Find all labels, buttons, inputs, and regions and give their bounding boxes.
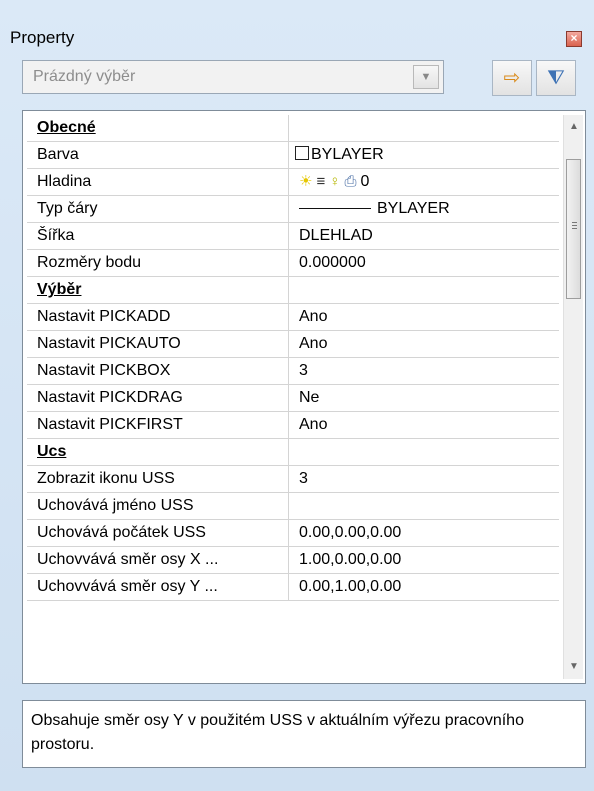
property-value-text: BYLAYER [311,146,384,163]
filter-button[interactable]: ⧨ [536,60,576,96]
selection-combo[interactable]: Prázdný výběr ▼ [22,60,444,94]
property-name: Barva [27,142,289,168]
category-label: Obecné [27,115,289,141]
property-name: Nastavit PICKFIRST [27,412,289,438]
property-name: Rozměry bodu [27,250,289,276]
property-row[interactable]: Uchovává jméno USS [27,493,559,520]
property-name: Nastavit PICKDRAG [27,385,289,411]
property-name: Uchovvává směr osy X ... [27,547,289,573]
scroll-down-icon[interactable]: ▼ [564,657,584,677]
description-pane: Obsahuje směr osy Y v použitém USS v akt… [22,700,586,768]
property-row[interactable]: Nastavit PICKADD Ano [27,304,559,331]
property-value[interactable]: 3 [289,358,559,384]
property-row[interactable]: Rozměry bodu 0.000000 [27,250,559,277]
property-name: Nastavit PICKAUTO [27,331,289,357]
property-value-text: 0 [360,173,370,190]
category-row[interactable]: Výběr [27,277,559,304]
property-value[interactable]: DLEHLAD [289,223,559,249]
property-value[interactable]: 3 [289,466,559,492]
select-objects-icon: ⇨ [503,67,521,89]
property-value-text: Ne [299,389,320,406]
property-value[interactable] [289,493,559,519]
property-value[interactable]: Ano [289,412,559,438]
property-value-text: Ano [299,416,328,433]
property-name: Uchovvává směr osy Y ... [27,574,289,600]
property-value-text: 0.00,0.00,0.00 [299,524,402,541]
property-row[interactable]: Zobrazit ikonu USS 3 [27,466,559,493]
close-button[interactable]: × [566,31,582,47]
property-value-text: DLEHLAD [299,227,373,244]
property-value[interactable]: Ano [289,331,559,357]
property-value[interactable]: BYLAYER [289,196,559,222]
quick-select-button[interactable]: ⇨ [492,60,532,96]
property-row[interactable]: Hladina ☀ ≡ ♀ ⎙ 0 [27,169,559,196]
property-grid: Obecné Barva BYLAYER Hladina ☀ ≡ ♀ ⎙ 0 Typ čáry BY… [22,110,586,684]
property-value[interactable]: 1.00,0.00,0.00 [289,547,559,573]
layer-on-icon: ☀ [299,173,313,190]
property-row[interactable]: Nastavit PICKDRAG Ne [27,385,559,412]
property-value-text: 3 [299,362,308,379]
scrollbar-thumb[interactable] [566,159,581,299]
property-value-text: Ano [299,335,328,352]
category-label: Výběr [27,277,289,303]
property-value[interactable]: Ano [289,304,559,330]
layer-freeze-icon: ♀ [329,173,341,190]
property-row[interactable]: Nastavit PICKAUTO Ano [27,331,559,358]
property-name: Nastavit PICKBOX [27,358,289,384]
category-label: Ucs [27,439,289,465]
property-name: Šířka [27,223,289,249]
property-row[interactable]: Šířka DLEHLAD [27,223,559,250]
property-row[interactable]: Nastavit PICKFIRST Ano [27,412,559,439]
color-swatch-icon [295,146,309,160]
property-panel: Property × Prázdný výběr ▼ ⇨ ⧨ Obecné Bar… [0,0,594,791]
chevron-down-icon[interactable]: ▼ [413,65,439,89]
property-row[interactable]: Uchovává počátek USS 0.00,0.00,0.00 [27,520,559,547]
property-name: Zobrazit ikonu USS [27,466,289,492]
property-row[interactable]: Barva BYLAYER [27,142,559,169]
property-row[interactable]: Uchovvává směr osy Y ... 0.00,1.00,0.00 [27,574,559,601]
property-row[interactable]: Nastavit PICKBOX 3 [27,358,559,385]
property-row[interactable]: Uchovvává směr osy X ... 1.00,0.00,0.00 [27,547,559,574]
property-value-text: 0.00,1.00,0.00 [299,578,402,595]
property-value-text: BYLAYER [377,200,450,217]
property-value[interactable]: 0.00,0.00,0.00 [289,520,559,546]
property-name: Uchovává počátek USS [27,520,289,546]
category-row[interactable]: Obecné [27,115,559,142]
layer-lock-icon: ≡ [316,173,326,190]
property-value[interactable]: Ne [289,385,559,411]
title-bar: Property × [10,22,584,54]
property-value[interactable]: 0.000000 [289,250,559,276]
property-value [289,439,559,465]
scroll-up-icon[interactable]: ▲ [564,117,584,137]
filter-icon: ⧨ [547,67,565,89]
property-value-text: Ano [299,308,328,325]
property-value-text: 1.00,0.00,0.00 [299,551,402,568]
property-row[interactable]: Typ čáry BYLAYER [27,196,559,223]
layer-plot-icon: ⎙ [344,173,357,190]
property-name: Typ čáry [27,196,289,222]
linetype-sample-icon [299,208,371,210]
property-value[interactable]: ☀ ≡ ♀ ⎙ 0 [289,169,559,195]
property-value[interactable]: BYLAYER [289,142,559,168]
close-icon: × [570,31,578,45]
property-name: Hladina [27,169,289,195]
vertical-scrollbar[interactable]: ▲ ▼ [563,115,583,679]
panel-title: Property [10,28,75,47]
property-value[interactable]: 0.00,1.00,0.00 [289,574,559,600]
property-name: Uchovává jméno USS [27,493,289,519]
property-value [289,277,559,303]
property-value-text: 0.000000 [299,254,366,271]
property-name: Nastavit PICKADD [27,304,289,330]
category-row[interactable]: Ucs [27,439,559,466]
selection-combo-value: Prázdný výběr [33,68,136,85]
property-value-text: 3 [299,470,308,487]
property-value [289,115,559,141]
